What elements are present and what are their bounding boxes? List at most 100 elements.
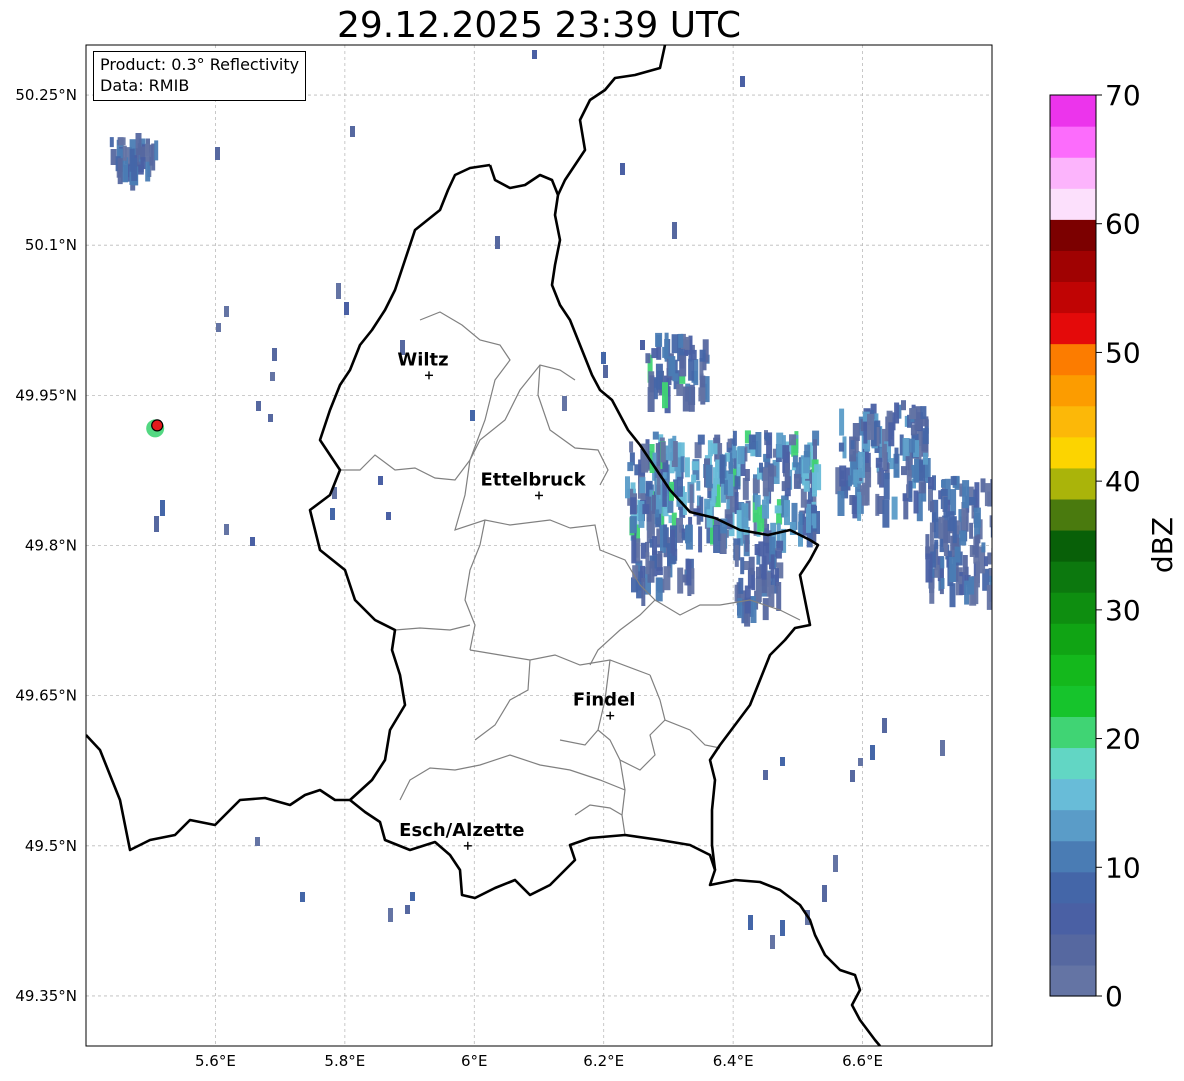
- colorbar-band: [1050, 312, 1096, 345]
- canton-boundary: [464, 519, 486, 651]
- colorbar-band: [1050, 343, 1096, 376]
- echo-pixel: [850, 770, 855, 782]
- germany-belgium-border: [556, 45, 667, 196]
- echo-pixel: [776, 540, 784, 551]
- echo-pixel: [645, 353, 651, 364]
- echo-pixel: [386, 512, 391, 520]
- echo-pixel: [764, 432, 770, 441]
- echo-pixel: [272, 348, 277, 361]
- echo-pixel: [767, 464, 774, 492]
- echo-pixel: [679, 375, 686, 384]
- echo-pixel: [950, 476, 957, 486]
- lat-tick-label: 49.35°N: [15, 987, 77, 1005]
- echo-pixel: [894, 402, 900, 424]
- echo-pixel: [145, 143, 150, 162]
- echo-pixel: [699, 349, 706, 362]
- product-label: Product: 0.3° Reflectivity: [100, 55, 300, 74]
- echo-pixel: [839, 465, 847, 487]
- echo-pixel: [883, 472, 890, 500]
- colorbar-band: [1050, 436, 1096, 469]
- echo-pixel: [256, 401, 261, 411]
- colorbar-band: [1050, 250, 1096, 283]
- echo-pixel: [122, 145, 127, 161]
- echo-pixel: [745, 534, 750, 552]
- echo-pixel: [875, 457, 883, 468]
- canton-boundary: [574, 804, 623, 816]
- echo-pixel: [732, 430, 737, 446]
- echo-pixel: [858, 451, 865, 478]
- echo-pixel: [663, 566, 671, 591]
- radar-map: Wiltz Ettelbruck Findel Esch/Alzette 50.25°…: [15, 44, 998, 1070]
- echo-pixel: [696, 480, 701, 491]
- lat-tick-label: 50.1°N: [25, 236, 77, 254]
- city-marker: Wiltz: [397, 349, 449, 380]
- echo-pixel: [928, 477, 934, 489]
- colorbar-band: [1050, 747, 1096, 780]
- echo-pixel: [993, 531, 998, 557]
- product-info-box: Product: 0.3° Reflectivity Data: RMIB: [93, 51, 307, 101]
- echo-pixel: [671, 334, 679, 354]
- echo-pixel: [330, 508, 335, 520]
- colorbar-band: [1050, 281, 1096, 314]
- city-markers: Wiltz Ettelbruck Findel Esch/Alzette: [397, 349, 635, 850]
- echo-pixel: [378, 476, 383, 485]
- echo-pixel: [975, 561, 980, 588]
- colorbar-bands: [1050, 95, 1096, 997]
- colorbar-band: [1050, 809, 1096, 842]
- echo-pixel: [655, 577, 663, 602]
- echo-pixel: [154, 140, 159, 161]
- echo-pixel: [950, 489, 957, 516]
- lon-tick-label: 6°E: [461, 1052, 488, 1070]
- echo-pixel: [929, 522, 934, 552]
- echo-pixel: [867, 413, 874, 440]
- echo-pixel: [780, 757, 785, 766]
- echo-pixel: [719, 454, 725, 484]
- echo-pixel: [250, 537, 255, 546]
- colorbar-band: [1050, 498, 1096, 531]
- echo-pixel: [833, 855, 838, 872]
- colorbar-band: [1050, 592, 1096, 624]
- echo-pixel: [660, 441, 666, 463]
- echo-pixel: [689, 484, 694, 512]
- echo-pixel: [762, 499, 769, 519]
- echo-pixel: [857, 491, 862, 521]
- echo-pixel: [224, 524, 229, 535]
- echo-pixel: [864, 477, 870, 506]
- echo-pixel: [649, 375, 655, 393]
- echo-pixel: [837, 491, 845, 516]
- canton-boundary: [394, 624, 471, 631]
- echo-pixel: [738, 577, 744, 594]
- echo-pixel: [677, 476, 683, 497]
- lon-tick-label: 6.2°E: [583, 1052, 624, 1070]
- echo-pixel: [734, 475, 741, 490]
- echo-pixel: [160, 500, 165, 516]
- echo-pixel: [923, 452, 928, 465]
- echo-pixel: [789, 434, 796, 446]
- echo-pixel: [669, 555, 677, 564]
- echo-pixel: [680, 456, 685, 473]
- echo-pixel: [664, 332, 669, 362]
- echo-pixel: [656, 567, 663, 576]
- echo-pixel: [691, 474, 697, 483]
- map-gridlines: [86, 45, 992, 1046]
- canton-boundary: [419, 311, 511, 461]
- echo-pixel: [894, 447, 899, 464]
- data-source-label: Data: RMIB: [100, 76, 190, 95]
- colorbar-band: [1050, 840, 1096, 873]
- colorbar-band: [1050, 219, 1096, 251]
- echo-pixel: [752, 478, 760, 494]
- colorbar-band: [1050, 157, 1096, 189]
- echo-pixel: [780, 920, 785, 936]
- echo-pixel: [651, 348, 659, 359]
- radar-site-marker: [146, 419, 165, 438]
- canton-boundaries: [340, 311, 801, 836]
- echo-pixel: [645, 552, 650, 575]
- city-marker: Esch/Alzette: [399, 820, 524, 850]
- lon-tick-label: 5.6°E: [195, 1052, 236, 1070]
- echo-pixel: [727, 438, 732, 448]
- echo-pixel: [763, 770, 768, 780]
- echo-pixel: [562, 396, 567, 411]
- canton-boundary: [340, 454, 471, 481]
- echo-pixel: [736, 510, 742, 539]
- echo-pixel: [973, 507, 981, 528]
